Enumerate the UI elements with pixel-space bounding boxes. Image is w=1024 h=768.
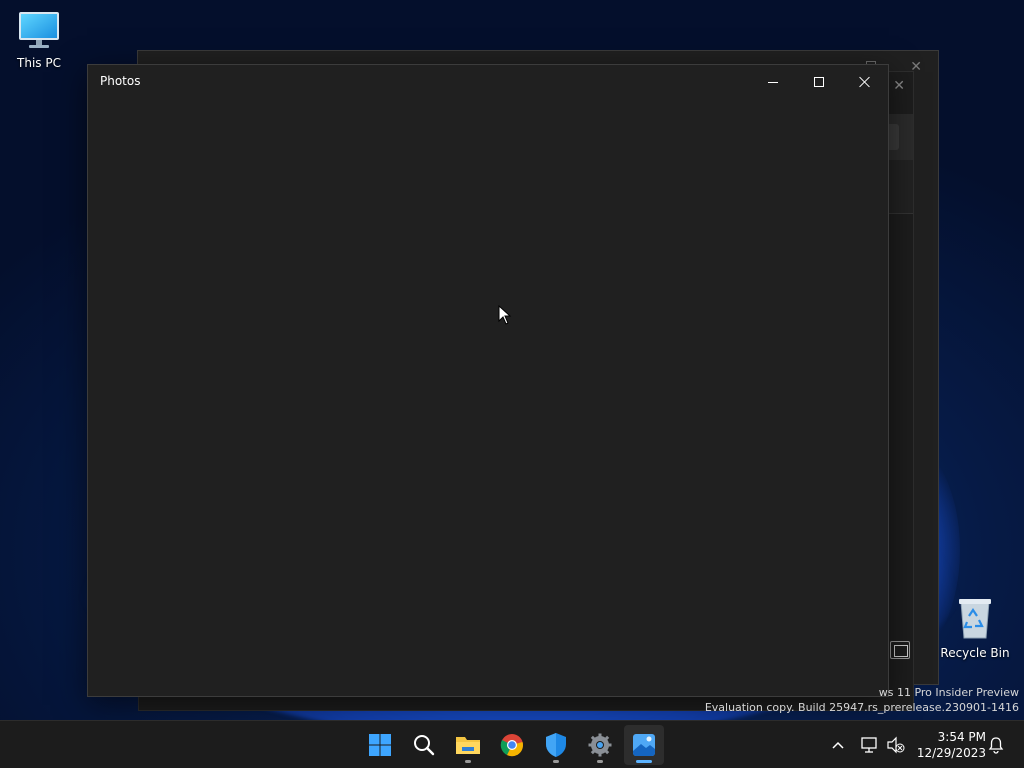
windows-logo-icon (369, 734, 391, 756)
desktop-icon-recycle-bin[interactable]: Recycle Bin (935, 596, 1015, 660)
taskbar-clock[interactable]: 3:54 PM 12/29/2023 (914, 729, 986, 761)
close-button[interactable] (842, 65, 888, 99)
network-icon (861, 737, 877, 753)
folder-icon (456, 737, 480, 754)
computer-monitor-icon (19, 12, 59, 48)
volume-muted-icon (887, 736, 905, 754)
photos-icon (633, 734, 655, 756)
clock-time: 3:54 PM (937, 730, 986, 744)
desktop-icon-this-pc[interactable]: This PC (0, 10, 79, 70)
tray-show-hidden-icons[interactable] (828, 733, 848, 757)
tray-volume[interactable] (884, 733, 908, 757)
maximize-button[interactable] (796, 65, 842, 99)
window-title: Photos (100, 74, 141, 88)
tray-network[interactable] (858, 733, 882, 757)
bell-icon (988, 737, 1004, 754)
gear-icon (588, 733, 612, 757)
tray-notifications[interactable] (986, 733, 1006, 757)
close-icon (859, 76, 871, 88)
start-button[interactable] (360, 725, 400, 765)
shield-icon (546, 733, 566, 757)
desktop-icon-label: This PC (17, 56, 61, 70)
chrome-icon (500, 734, 523, 757)
minimize-button[interactable] (750, 65, 796, 99)
maximize-icon (814, 77, 824, 87)
minimize-icon (768, 81, 778, 83)
running-indicator (553, 760, 559, 763)
chevron-up-icon (832, 741, 844, 749)
recycle-bin-icon (959, 599, 991, 639)
mouse-cursor-icon (498, 305, 512, 325)
clock-date: 12/29/2023 (916, 746, 986, 760)
taskbar-app-chrome[interactable] (492, 725, 532, 765)
window-titlebar[interactable]: Photos (88, 65, 888, 99)
search-icon (414, 735, 435, 756)
watermark-build: Evaluation copy. Build 25947.rs_prerelea… (704, 701, 1019, 714)
running-indicator (636, 760, 652, 763)
taskbar: 3:54 PM 12/29/2023 (0, 720, 1024, 768)
taskbar-app-security[interactable] (536, 725, 576, 765)
view-mode-icon[interactable] (890, 641, 910, 659)
taskbar-app-settings[interactable] (580, 725, 620, 765)
photos-window[interactable]: Photos (87, 64, 889, 697)
watermark-edition: ws 11 Pro Insider Preview (878, 686, 1019, 699)
close-icon[interactable]: ✕ (893, 78, 905, 94)
running-indicator (465, 760, 471, 763)
search-button[interactable] (404, 725, 444, 765)
taskbar-app-photos[interactable] (624, 725, 664, 765)
taskbar-app-file-explorer[interactable] (448, 725, 488, 765)
photos-content-area (88, 99, 888, 696)
running-indicator (597, 760, 603, 763)
desktop-icon-label: Recycle Bin (940, 646, 1010, 660)
